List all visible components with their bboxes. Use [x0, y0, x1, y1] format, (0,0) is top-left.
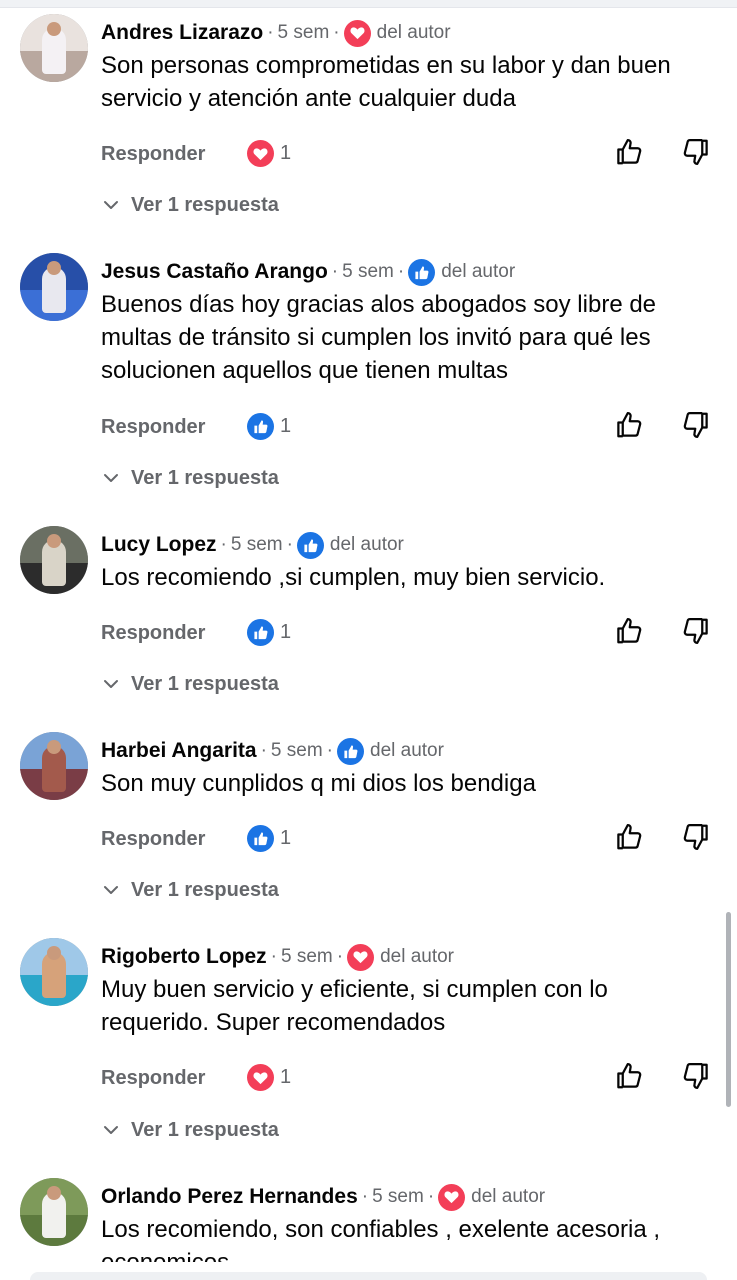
chevron-down-icon	[104, 680, 118, 688]
reaction-summary[interactable]: 1	[247, 1064, 291, 1091]
reaction-count: 1	[280, 827, 292, 849]
comment-text: Los recomiendo, son confiables , exelent…	[101, 1216, 660, 1262]
like-icon	[247, 825, 274, 852]
chevron-down-icon	[104, 201, 118, 209]
avatar[interactable]	[20, 938, 88, 1006]
like-icon	[296, 531, 324, 559]
author-name[interactable]: Harbei Angarita	[101, 739, 257, 763]
author-name[interactable]: Orlando Perez Hernandes	[101, 1185, 358, 1209]
heart-icon	[247, 1064, 274, 1091]
reaction-summary[interactable]: 1	[247, 825, 291, 852]
view-replies-button[interactable]: Ver 1 respuesta	[101, 669, 279, 699]
timestamp[interactable]: 5 sem	[372, 1186, 424, 1208]
view-replies-button[interactable]: Ver 1 respuesta	[101, 1115, 279, 1145]
chevron-down-icon	[104, 474, 118, 482]
reaction-summary[interactable]: 1	[247, 619, 291, 646]
thumbs-up-icon[interactable]	[614, 822, 644, 852]
comment: Andres Lizarazo · 5 sem · del autor Son …	[0, 0, 737, 232]
author-name[interactable]: Lucy Lopez	[101, 533, 217, 557]
chevron-down-icon	[104, 1126, 118, 1134]
reaction-count: 1	[280, 142, 292, 164]
thumbs-up-icon[interactable]	[614, 1061, 644, 1091]
thumbs-up-icon[interactable]	[614, 410, 644, 440]
comment: Lucy Lopez · 5 sem · del autor Los recom…	[0, 512, 737, 744]
reply-button[interactable]: Responder	[101, 828, 205, 851]
comment: Harbei Angarita · 5 sem · del autor Son …	[0, 718, 737, 950]
comment: Orlando Perez Hernandes · 5 sem · del au…	[0, 1164, 737, 1262]
heart-icon	[347, 943, 375, 971]
reply-button[interactable]: Responder	[101, 143, 205, 166]
comment-text: Muy buen servicio y eficiente, si cumple…	[101, 976, 608, 1036]
thumbs-down-icon[interactable]	[681, 410, 711, 440]
thumbs-down-icon[interactable]	[681, 822, 711, 852]
author-reaction-label: del autor	[471, 1186, 546, 1207]
timestamp[interactable]: 5 sem	[281, 946, 333, 968]
avatar[interactable]	[20, 1178, 88, 1246]
author-name[interactable]: Rigoberto Lopez	[101, 945, 267, 969]
author-reaction-label: del autor	[380, 946, 455, 967]
reaction-summary[interactable]: 1	[247, 140, 291, 167]
bottom-input-bar[interactable]	[30, 1272, 707, 1280]
like-icon	[408, 258, 436, 286]
author-reaction-label: del autor	[370, 740, 444, 761]
thumbs-down-icon[interactable]	[681, 137, 711, 167]
reply-button[interactable]: Responder	[101, 622, 205, 645]
comment-text: Los recomiendo ,si cumplen, muy bien ser…	[101, 564, 606, 591]
view-replies-button[interactable]: Ver 1 respuesta	[101, 190, 279, 220]
comment-text: Son muy cunplidos q mi dios los bendiga	[101, 770, 536, 797]
avatar[interactable]	[20, 526, 88, 594]
reaction-count: 1	[280, 621, 292, 643]
comment-text: Son personas comprometidas en su labor y…	[101, 52, 671, 112]
timestamp[interactable]: 5 sem	[231, 534, 283, 556]
timestamp[interactable]: 5 sem	[271, 740, 323, 762]
thumbs-down-icon[interactable]	[681, 616, 711, 646]
comment: Jesus Castaño Arango · 5 sem · del autor…	[0, 239, 737, 489]
avatar[interactable]	[20, 732, 88, 800]
reaction-summary[interactable]: 1	[247, 413, 291, 440]
author-reaction-label: del autor	[376, 22, 451, 43]
heart-icon	[343, 19, 371, 47]
heart-icon	[438, 1183, 466, 1211]
like-icon	[337, 737, 364, 765]
reaction-count: 1	[280, 415, 292, 437]
like-icon	[247, 413, 274, 440]
reaction-count: 1	[280, 1066, 292, 1088]
chevron-down-icon	[104, 886, 118, 894]
view-replies-button[interactable]: Ver 1 respuesta	[101, 463, 279, 493]
author-reaction-label: del autor	[441, 261, 516, 282]
reply-button[interactable]: Responder	[101, 1067, 205, 1090]
avatar[interactable]	[20, 14, 88, 82]
comment: Rigoberto Lopez · 5 sem · del autor Muy …	[0, 924, 737, 1156]
thumbs-up-icon[interactable]	[614, 616, 644, 646]
timestamp[interactable]: 5 sem	[278, 22, 330, 44]
comment-text: Buenos días hoy gracias alos abogados so…	[101, 291, 657, 384]
author-reaction-label: del autor	[329, 534, 404, 555]
scrollbar[interactable]	[726, 912, 731, 1107]
heart-icon	[247, 140, 274, 167]
timestamp[interactable]: 5 sem	[342, 261, 394, 283]
author-name[interactable]: Andres Lizarazo	[101, 21, 263, 45]
thumbs-down-icon[interactable]	[681, 1061, 711, 1091]
like-icon	[247, 619, 274, 646]
view-replies-button[interactable]: Ver 1 respuesta	[101, 875, 279, 905]
author-name[interactable]: Jesus Castaño Arango	[101, 260, 328, 284]
avatar[interactable]	[20, 253, 88, 321]
thumbs-up-icon[interactable]	[614, 137, 644, 167]
reply-button[interactable]: Responder	[101, 416, 205, 439]
